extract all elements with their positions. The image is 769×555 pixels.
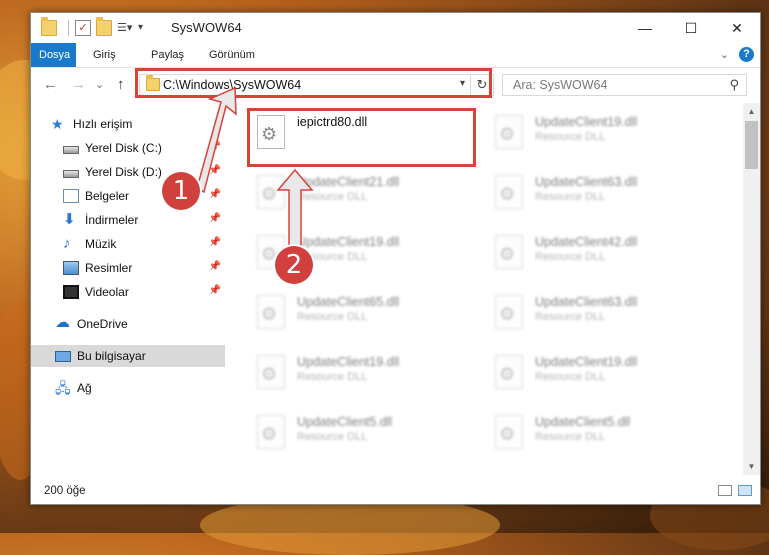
arrow-1	[196, 86, 237, 194]
annotation-arrows	[196, 86, 314, 247]
arrow-2	[276, 168, 314, 247]
step-2-badge: 2	[275, 246, 313, 284]
step-1-badge: 1	[162, 172, 200, 210]
